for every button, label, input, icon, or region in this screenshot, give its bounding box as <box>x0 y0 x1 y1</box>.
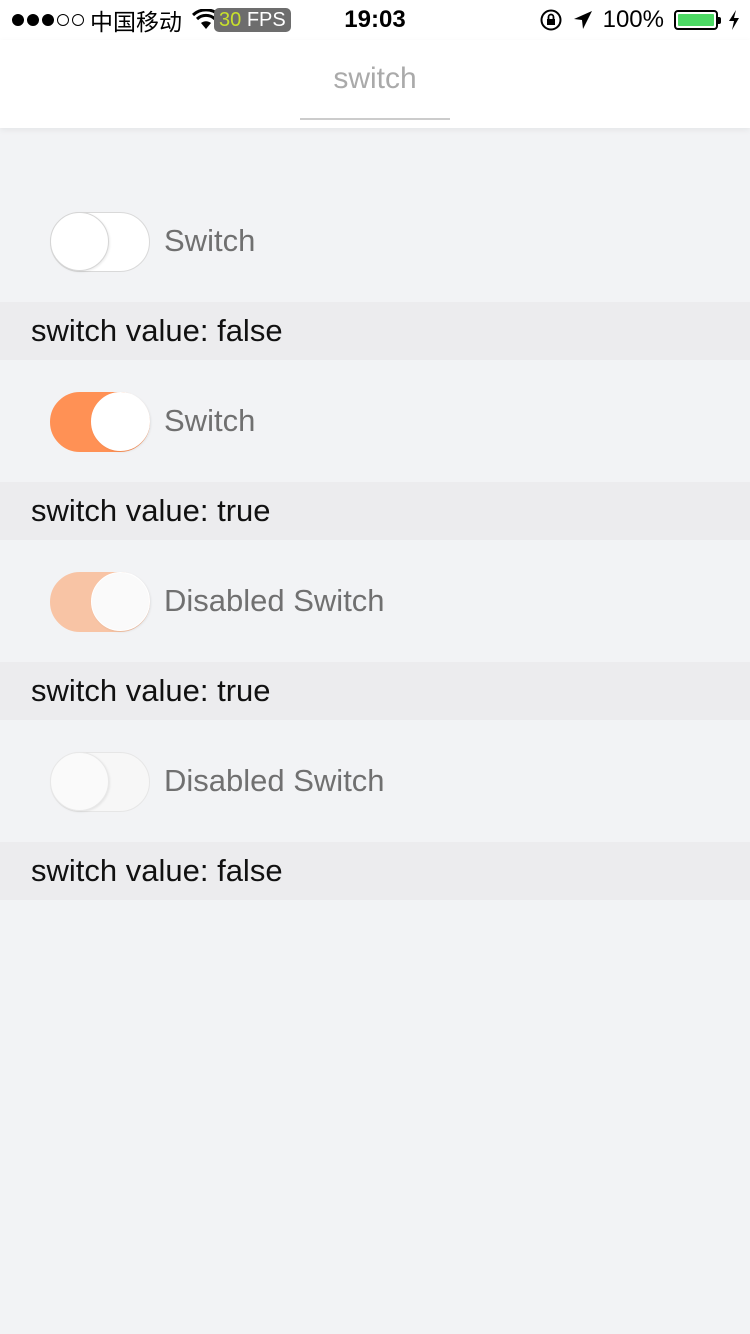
switch-toggle[interactable] <box>50 212 150 272</box>
switch-value-text: switch value: true <box>0 662 750 720</box>
disabled-switch-row: Disabled Switch <box>0 541 750 661</box>
disabled-switch-row: Disabled Switch <box>0 721 750 841</box>
disabled-switch-toggle <box>50 572 150 632</box>
switch-row: Switch <box>0 361 750 481</box>
switch-knob <box>91 392 150 451</box>
location-arrow-icon <box>573 11 592 29</box>
switch-label[interactable]: Switch <box>164 181 255 301</box>
switch-label[interactable]: Switch <box>164 361 255 481</box>
orientation-lock-icon <box>540 9 562 31</box>
switch-label: Disabled Switch <box>164 763 385 798</box>
nav-bar: switch <box>0 40 750 128</box>
switch-value-text: switch value: true <box>0 482 750 540</box>
switch-value-text: switch value: false <box>0 302 750 360</box>
status-right: 100% <box>539 6 740 34</box>
switch-knob <box>91 572 150 631</box>
switch-value-text: switch value: false <box>0 842 750 900</box>
tab-switch[interactable]: switch <box>300 40 450 120</box>
battery-icon <box>674 10 721 30</box>
switch-row: Switch <box>0 181 750 301</box>
switch-toggle[interactable] <box>50 392 150 452</box>
disabled-switch-toggle <box>50 752 150 812</box>
charging-bolt-icon <box>729 10 739 30</box>
status-bar: 中国移动 30 FPS 19:03 100% <box>0 0 750 40</box>
switch-label: Disabled Switch <box>164 583 385 618</box>
switch-knob <box>50 212 109 271</box>
battery-percent: 100% <box>602 6 664 33</box>
switch-knob <box>50 752 109 811</box>
